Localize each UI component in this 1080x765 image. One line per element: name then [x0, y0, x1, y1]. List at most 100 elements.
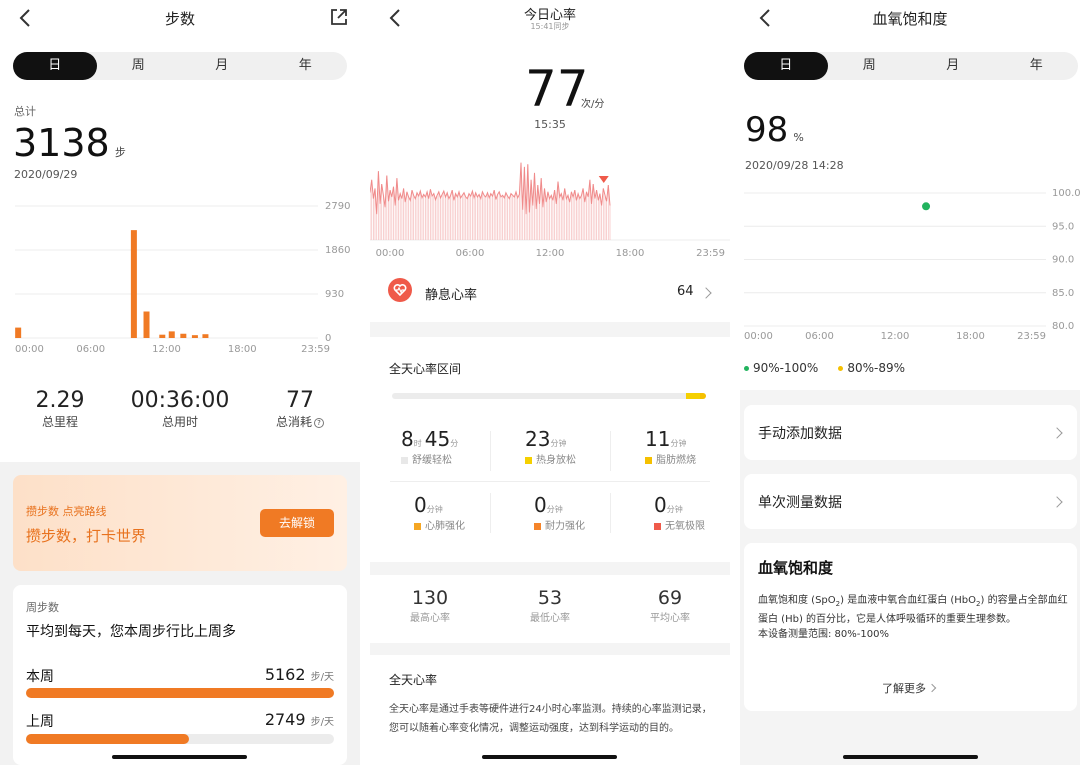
zone-cardio-unit: 分钟 — [426, 505, 443, 514]
zone-relax-hours-unit: 时 — [413, 439, 422, 448]
legend-high-dot — [744, 366, 749, 371]
zone-relax-swatch — [401, 456, 408, 464]
spo2-unit: % — [793, 131, 804, 144]
step-bar — [168, 331, 175, 338]
tab-day[interactable]: 日 — [13, 52, 97, 80]
x-tick-label: 23:59 — [301, 344, 330, 355]
route-banner[interactable]: 攒步数 点亮路线 攒步数，打卡世界 去解锁 — [13, 475, 347, 571]
manual-add-row[interactable]: 手动添加数据 — [744, 405, 1077, 460]
tab-week[interactable]: 周 — [828, 52, 912, 80]
stat-calories: 77 总消耗? — [240, 388, 360, 430]
zone-cardio-label: 心肺强化 — [425, 521, 465, 532]
x-tick-label: 18:00 — [956, 331, 985, 342]
max-heart: 130 最高心率 — [370, 575, 490, 643]
heart-zones-card: 全天心率区间 8时 45分 舒缓轻松 23分钟 热身放松 11分钟 脂肪燃烧 0分… — [370, 337, 730, 562]
stat-duration: 00:36:00 总用时 — [120, 388, 240, 430]
min-heart-value: 53 — [537, 587, 563, 609]
x-tick-label: 00:00 — [376, 248, 405, 259]
heart-summary: 130 最高心率 53 最低心率 69 平均心率 — [370, 575, 730, 643]
single-measure-row[interactable]: 单次测量数据 — [744, 474, 1077, 529]
period-tabs: 日 周 月 年 — [13, 52, 347, 80]
min-heart-label: 最低心率 — [530, 613, 570, 624]
zones-bar — [392, 393, 706, 399]
total-steps-value: 3138 — [13, 121, 110, 165]
zones-bar-fatburn — [700, 393, 706, 399]
single-measure-label: 单次测量数据 — [758, 495, 842, 511]
y-tick-label: 2790 — [325, 201, 350, 212]
resting-heart-row[interactable]: 静息心率 64 — [370, 272, 730, 312]
info-text-1: 血氧饱和度 (SpO — [758, 595, 836, 606]
heart-rate-time: 15:35 — [534, 118, 566, 131]
page-title: 血氧饱和度 — [872, 10, 948, 28]
chevron-right-icon — [927, 683, 937, 693]
zone-endurance-minutes: 0 — [534, 493, 547, 517]
avg-heart-value: 69 — [657, 587, 683, 609]
spo2-info-card: 血氧饱和度 血氧饱和度 (SpO2) 是血液中氧合血红蛋白 (HbO2) 的容量… — [744, 543, 1077, 711]
x-tick-label: 18:00 — [228, 344, 257, 355]
zone-endurance: 0分钟 耐力强化 — [534, 493, 585, 532]
spo2-reading: 98 % — [745, 110, 804, 150]
allday-title: 全天心率 — [389, 673, 438, 687]
steps-header: 步数 — [0, 0, 360, 40]
home-indicator[interactable] — [482, 755, 617, 759]
tab-day[interactable]: 日 — [744, 52, 828, 80]
help-icon[interactable]: ? — [314, 418, 324, 428]
share-icon[interactable] — [330, 8, 348, 26]
tab-year[interactable]: 年 — [264, 52, 348, 80]
zone-fatburn-minutes: 11 — [645, 427, 671, 451]
zone-endurance-label: 耐力强化 — [545, 521, 585, 532]
weekly-headline: 平均到每天，您本周步行比上周多 — [26, 624, 236, 640]
sync-time: 15:41同步 — [530, 22, 570, 31]
x-tick-label: 00:00 — [15, 344, 44, 355]
home-indicator[interactable] — [112, 755, 247, 759]
legend-low: 80%-89% — [838, 361, 905, 375]
min-heart: 53 最低心率 — [490, 575, 610, 643]
stat-duration-label: 总用时 — [161, 415, 198, 429]
zone-cardio-minutes: 0 — [414, 493, 427, 517]
zone-warmup-minutes: 23 — [525, 427, 551, 451]
resting-heart-value: 64 — [677, 284, 694, 299]
stat-calories-label: 总消耗? — [240, 413, 360, 430]
learn-more-link[interactable]: 了解更多 — [882, 680, 937, 696]
spo2-point — [922, 202, 931, 211]
last-week-label: 上周 — [26, 714, 54, 730]
unlock-button[interactable]: 去解锁 — [260, 509, 334, 537]
zone-relax: 8时 45分 舒缓轻松 — [401, 427, 458, 466]
legend-high-label: 90%-100% — [753, 361, 819, 375]
tab-week[interactable]: 周 — [97, 52, 181, 80]
heart-rate-line — [370, 162, 611, 215]
steps-bar-chart: 2790 1860 930 0 00:00 06:00 12:00 18:00 23:59 — [15, 201, 350, 355]
x-tick-label: 23:59 — [1017, 331, 1046, 342]
avg-heart: 69 平均心率 — [610, 575, 730, 643]
this-week-unit: 步/天 — [310, 672, 334, 683]
x-tick-label: 00:00 — [744, 331, 773, 342]
last-week-unit: 步/天 — [310, 717, 334, 728]
x-tick-label: 12:00 — [536, 248, 565, 259]
info-range: 本设备测量范围: 80%-100% — [758, 629, 889, 640]
zone-relax-minutes: 45 — [424, 427, 451, 451]
zone-anaerobic-swatch — [654, 522, 661, 530]
weekly-steps-card: 周步数 平均到每天，您本周步行比上周多 本周 5162 步/天 上周 2749 … — [13, 585, 347, 765]
this-week-number: 5162 — [264, 665, 306, 684]
total-steps: 3138 步 — [13, 121, 126, 165]
zone-relax-label: 舒缓轻松 — [412, 455, 452, 466]
zone-endurance-swatch — [534, 522, 541, 530]
x-tick-label: 23:59 — [696, 248, 725, 259]
home-indicator[interactable] — [843, 755, 978, 759]
y-tick-label: 0 — [325, 333, 331, 344]
chevron-right-icon — [1051, 427, 1063, 439]
tab-month[interactable]: 月 — [911, 52, 995, 80]
manual-add-label: 手动添加数据 — [758, 426, 842, 442]
divider — [610, 431, 611, 471]
y-tick-label: 1860 — [325, 245, 350, 256]
stat-distance-value: 2.29 — [35, 388, 85, 413]
zone-anaerobic-label: 无氧极限 — [665, 521, 705, 532]
step-bar — [143, 311, 150, 338]
weekly-label: 周步数 — [26, 601, 59, 614]
last-week-bar — [26, 734, 190, 744]
total-label: 总计 — [14, 105, 36, 118]
tab-year[interactable]: 年 — [995, 52, 1079, 80]
steps-stats: 2.29 总里程 00:36:00 总用时 77 总消耗? — [0, 388, 360, 430]
zone-endurance-unit: 分钟 — [546, 505, 563, 514]
tab-month[interactable]: 月 — [180, 52, 264, 80]
